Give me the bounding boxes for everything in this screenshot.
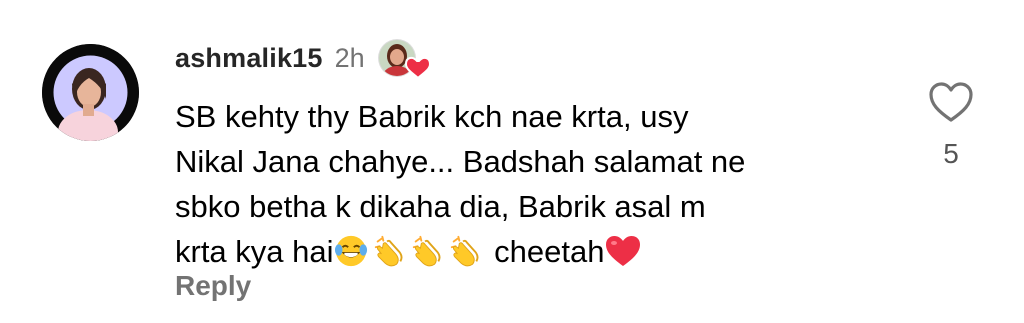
username-link[interactable]: ashmalik15 [175, 43, 323, 74]
clapping-hands-emoji [448, 234, 482, 268]
creator-liked-avatar-icon [377, 36, 439, 80]
avatar[interactable] [42, 44, 139, 141]
like-column: 5 [920, 80, 982, 170]
like-count: 5 [943, 138, 959, 169]
comment-line-4-start: krta kya hai [175, 234, 334, 269]
avatar-image [42, 44, 139, 141]
timestamp: 2h [334, 42, 365, 73]
reply-button[interactable]: Reply [175, 270, 251, 302]
comment-item: ashmalik15 2h SB kehty thy Babrik kch na… [0, 0, 1024, 323]
red-heart-emoji [604, 234, 642, 268]
heart-outline-icon[interactable] [927, 80, 975, 124]
clapping-hands-emoji [410, 234, 444, 268]
laughing-tears-emoji [334, 234, 368, 268]
clapping-hands-emoji [372, 234, 406, 268]
comment-line-2: Nikal Jana chahye... Badshah salamat ne [175, 144, 746, 179]
comment-line-1: SB kehty thy Babrik kch nae krta, usy [175, 99, 689, 134]
comment-header: ashmalik15 2h [175, 36, 439, 80]
comment-text: SB kehty thy Babrik kch nae krta, usy Ni… [175, 94, 895, 274]
comment-line-4-end: cheetah [485, 234, 605, 269]
comment-line-3: sbko betha k dikaha dia, Babrik asal m [175, 189, 706, 224]
